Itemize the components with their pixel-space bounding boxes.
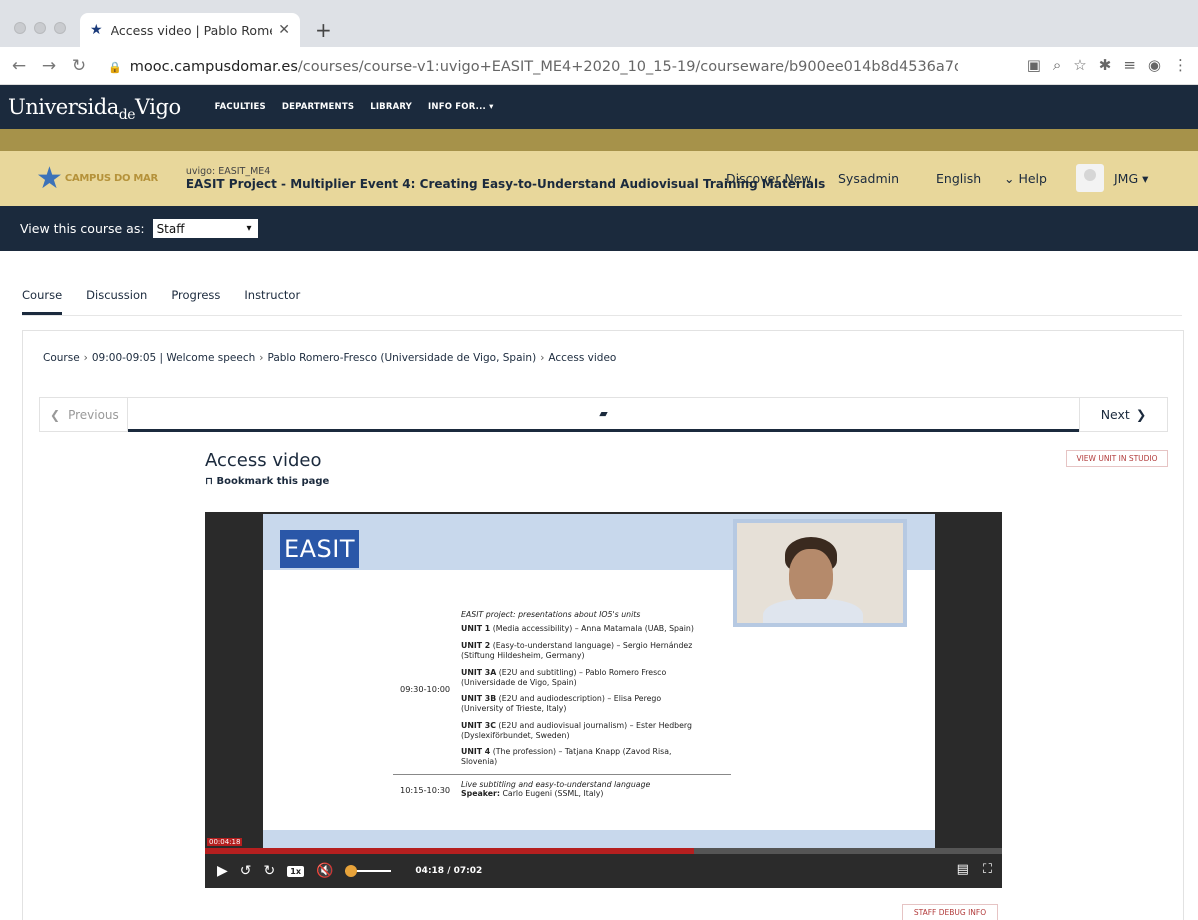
video-frame: EASIT EASIT project: presentations about… bbox=[263, 514, 935, 848]
chevron-left-icon: ❮ bbox=[50, 407, 61, 422]
campus-do-mar-logo[interactable]: ★ CAMPUS DO MAR bbox=[36, 160, 158, 196]
view-as-select[interactable]: Staff ▾ bbox=[152, 219, 258, 238]
help-link[interactable]: ⌄ Help bbox=[1004, 171, 1074, 186]
language-selector[interactable]: English bbox=[936, 171, 1004, 186]
view-as-bar: View this course as: Staff ▾ bbox=[0, 206, 1198, 251]
window-zoom-dot[interactable] bbox=[54, 22, 66, 34]
university-logo[interactable]: UniversidadeVigo bbox=[8, 95, 181, 123]
volume-slider[interactable] bbox=[345, 864, 392, 878]
extensions-icon[interactable]: ✱ bbox=[1099, 56, 1112, 74]
avatar[interactable] bbox=[1076, 164, 1104, 192]
sysadmin-link[interactable]: Sysadmin bbox=[838, 171, 936, 186]
back-icon[interactable]: ← bbox=[8, 56, 30, 76]
tab-discussion[interactable]: Discussion bbox=[86, 288, 147, 315]
view-unit-in-studio-button[interactable]: VIEW UNIT IN STUDIO bbox=[1066, 450, 1168, 467]
course-tabs: Course Discussion Progress Instructor bbox=[22, 288, 300, 315]
breadcrumb-unit: Access video bbox=[548, 352, 617, 364]
next-button[interactable]: Next ❯ bbox=[1079, 397, 1168, 432]
lock-icon: 🔒 bbox=[108, 60, 122, 74]
url-host: mooc.campusdomar.es bbox=[129, 59, 298, 75]
new-tab-icon[interactable]: + bbox=[315, 18, 332, 42]
zoom-icon[interactable]: ⌕ bbox=[1053, 56, 1061, 74]
tab-course[interactable]: Course bbox=[22, 288, 63, 315]
chevron-down-icon: ▾ bbox=[246, 223, 252, 234]
bookmark-star-icon[interactable]: ☆ bbox=[1073, 56, 1086, 74]
tab-title: Access video | Pablo Romero-F bbox=[110, 22, 273, 38]
breadcrumb-subsection[interactable]: Pablo Romero-Fresco (Universidade de Vig… bbox=[267, 352, 536, 364]
sequence-unit-tab[interactable]: ▰ bbox=[128, 397, 1079, 432]
window-minimize-dot[interactable] bbox=[34, 22, 46, 34]
unit-title: Access video bbox=[205, 450, 322, 471]
forward-icon[interactable]: → bbox=[38, 56, 60, 76]
tab-instructor[interactable]: Instructor bbox=[244, 288, 300, 315]
nav-faculties[interactable]: FACULTIES bbox=[215, 102, 266, 112]
speed-button[interactable]: 1x bbox=[287, 865, 304, 877]
bookmark-button[interactable]: ⊓ Bookmark this page bbox=[205, 476, 329, 487]
browser-toolbar: ← → ↻ 🔒 mooc.campusdomar.es/courses/cour… bbox=[0, 47, 1198, 85]
nav-library[interactable]: LIBRARY bbox=[370, 102, 412, 112]
breadcrumb-section[interactable]: 09:00-09:05 | Welcome speech bbox=[92, 352, 255, 364]
rewind-icon[interactable]: ↺ bbox=[240, 863, 252, 879]
captions-icon[interactable]: ▤ bbox=[957, 862, 969, 877]
user-menu[interactable]: JMG ▾ bbox=[1114, 171, 1148, 186]
tab-close-icon[interactable]: ✕ bbox=[278, 22, 290, 38]
view-as-label: View this course as: bbox=[20, 221, 145, 236]
university-header: UniversidadeVigo FACULTIES DEPARTMENTS L… bbox=[0, 85, 1198, 129]
profile-icon[interactable]: ◉ bbox=[1148, 56, 1161, 74]
progress-time-tooltip: 00:04:18 bbox=[207, 838, 243, 846]
breadcrumb-course[interactable]: Course bbox=[43, 352, 80, 364]
url-path: /courses/course-v1:uvigo+EASIT_ME4+2020_… bbox=[297, 59, 958, 75]
menu-icon[interactable]: ⋮ bbox=[1173, 56, 1188, 74]
breadcrumb: Course › 09:00-09:05 | Welcome speech › Pabl… bbox=[43, 352, 617, 364]
sequence-navigation: ❮ Previous ▰ Next ❯ bbox=[39, 397, 1168, 432]
staff-debug-info-button[interactable]: STAFF DEBUG INFO bbox=[902, 904, 998, 920]
bookmark-icon: ⊓ bbox=[205, 476, 213, 487]
browser-tab[interactable]: ★ Access video | Pablo Romero-F ✕ bbox=[80, 13, 300, 47]
speaker-webcam bbox=[733, 519, 907, 627]
previous-button[interactable]: ❮ Previous bbox=[39, 397, 128, 432]
favicon-star-icon: ★ bbox=[90, 22, 103, 38]
forward-icon[interactable]: ↻ bbox=[264, 863, 276, 879]
fullscreen-icon[interactable]: ⛶ bbox=[983, 862, 992, 877]
play-icon[interactable]: ▶ bbox=[217, 863, 228, 879]
chevron-right-icon: ❯ bbox=[1135, 407, 1147, 422]
address-bar[interactable]: 🔒 mooc.campusdomar.es/courses/course-v1:… bbox=[108, 54, 958, 80]
window-close-dot[interactable] bbox=[14, 22, 26, 34]
discover-new-link[interactable]: Discover New bbox=[726, 171, 838, 186]
video-unit-icon: ▰ bbox=[599, 407, 608, 420]
nav-info-for[interactable]: INFO FOR... ▾ bbox=[428, 102, 494, 112]
video-player[interactable]: EASIT EASIT project: presentations about… bbox=[205, 512, 1002, 888]
star-logo-icon: ★ bbox=[36, 160, 63, 196]
decorative-band bbox=[0, 129, 1198, 151]
browser-tab-strip: ★ Access video | Pablo Romero-F ✕ + bbox=[0, 0, 1198, 47]
mute-icon[interactable]: 🔇 bbox=[316, 863, 333, 879]
video-controls: ▶ ↺ ↻ 1x 🔇 04:18 / 07:02 ▤ ⛶ bbox=[205, 854, 1002, 888]
video-time-display: 04:18 / 07:02 bbox=[415, 866, 483, 876]
easit-logo: EASIT bbox=[280, 530, 359, 568]
nav-departments[interactable]: DEPARTMENTS bbox=[282, 102, 354, 112]
reload-icon[interactable]: ↻ bbox=[68, 56, 90, 76]
translate-icon[interactable]: ▣ bbox=[1027, 56, 1041, 74]
reading-list-icon[interactable]: ≡ bbox=[1123, 56, 1136, 74]
course-header: ★ CAMPUS DO MAR uvigo: EASIT_ME4 EASIT P… bbox=[0, 151, 1198, 206]
tab-progress[interactable]: Progress bbox=[171, 288, 220, 315]
tabs-divider bbox=[22, 315, 1182, 316]
